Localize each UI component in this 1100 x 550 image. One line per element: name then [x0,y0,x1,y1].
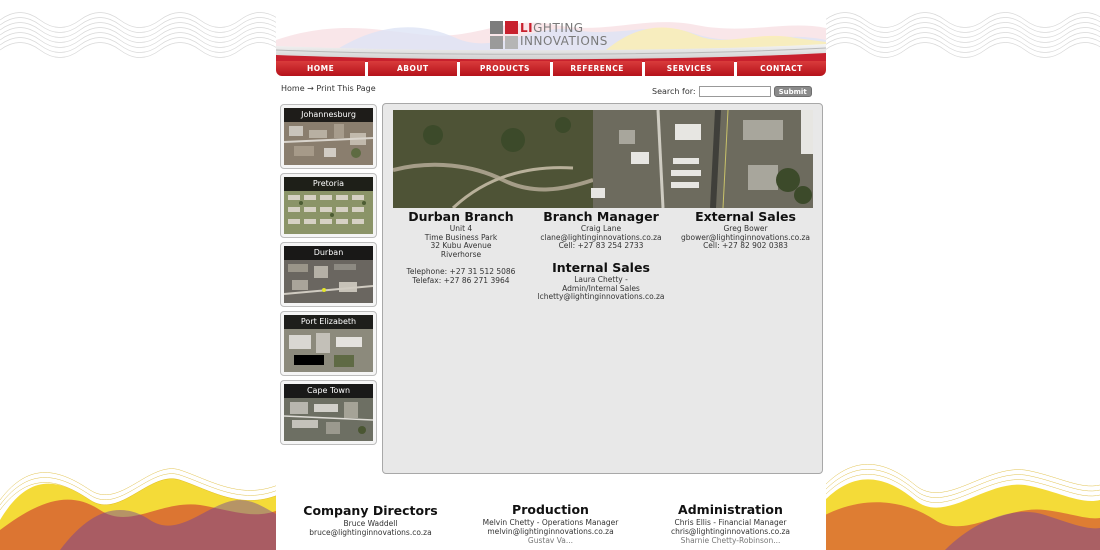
footer-production-email-link[interactable]: melvin@lightinginnovations.co.za [458,527,643,536]
footer-admin-more: Sharnie Chetty-Robinson... [680,536,781,545]
branch-sidebar: Johannesburg Pretoria Durban Port Elizab… [280,104,377,449]
logo-text-line2: INNOVATIONS [520,34,608,48]
breadcrumb-arrow: → [307,84,314,93]
internal-sales-email-link[interactable]: lchetty@lightinginnovations.co.za [531,293,671,302]
logo-mark-icon [490,21,518,49]
sidebar-item-cape-town[interactable]: Cape Town [280,380,377,445]
sidebar-item-label: Cape Town [284,384,373,398]
footer-company-directors: Company Directors Bruce Waddell bruce@li… [278,503,463,537]
branch-telefax: Telefax: +27 86 271 3964 [412,275,510,285]
footer-admin-title: Administration [678,502,783,517]
footer-directors-name: Bruce Waddell [343,519,398,528]
nav-home[interactable]: HOME [276,61,366,76]
page-container: LIGHTING INNOVATIONS HOME ABOUT PRODUCTS… [276,0,826,550]
branch-title: Durban Branch [408,209,514,224]
breadcrumb-home-link[interactable]: Home [281,84,305,93]
nav-reference[interactable]: REFERENCE [552,61,642,76]
sidebar-item-label: Port Elizabeth [284,315,373,329]
manager-cell: Cell: +27 83 254 2733 [558,241,644,251]
right-background-decoration [825,0,1100,550]
nav-contact[interactable]: CONTACT [736,61,826,76]
search-input[interactable] [698,86,771,97]
external-sales-cell: Cell: +27 82 902 0383 [703,241,788,251]
breadcrumb-print-link[interactable]: Print This Page [316,84,375,93]
nav-products[interactable]: PRODUCTS [460,61,550,76]
left-background-decoration [0,0,278,550]
branch-manager-block: Branch Manager Craig Lane clane@lighting… [531,210,671,251]
sidebar-item-durban[interactable]: Durban [280,242,377,307]
branch-aerial-map [393,110,813,208]
site-logo[interactable]: LIGHTING INNOVATIONS [490,20,608,50]
manager-title: Branch Manager [543,209,659,224]
branch-content-panel: Durban Branch Unit 4 Time Business Park … [382,103,823,474]
breadcrumb: Home → Print This Page [281,84,376,93]
sidebar-item-pretoria[interactable]: Pretoria [280,173,377,238]
footer-production-title: Production [512,502,589,517]
branch-address-block: Durban Branch Unit 4 Time Business Park … [391,210,531,285]
footer-admin-email-link[interactable]: chris@lightinginnovations.co.za [638,527,823,536]
sidebar-item-label: Pretoria [284,177,373,191]
footer-directors-title: Company Directors [303,503,438,518]
footer-production-name: Melvin Chetty - Operations Manager [482,518,619,527]
footer-production-more: Gustav Va... [527,536,574,545]
branch-address-line: Riverhorse [440,249,482,259]
footer-directors-email-link[interactable]: bruce@lightinginnovations.co.za [278,528,463,537]
logo-text-line1: GHTING [533,21,584,35]
sidebar-item-label: Johannesburg [284,108,373,122]
nav-about[interactable]: ABOUT [368,61,458,76]
internal-sales-title: Internal Sales [552,260,650,275]
search-submit-button[interactable]: Submit [773,86,812,97]
sidebar-item-port-elizabeth[interactable]: Port Elizabeth [280,311,377,376]
footer-production: Production Melvin Chetty - Operations Ma… [458,502,643,545]
nav-services[interactable]: SERVICES [644,61,734,76]
internal-sales-block: Internal Sales Laura Chetty - Admin/Inte… [531,261,671,302]
footer-administration: Administration Chris Ellis - Financial M… [638,502,823,545]
logo-text-accent: LI [520,21,534,35]
search-form: Search for: Submit [652,86,812,97]
site-header: LIGHTING INNOVATIONS HOME ABOUT PRODUCTS… [276,0,826,78]
main-navigation: HOME ABOUT PRODUCTS REFERENCE SERVICES C… [276,61,826,76]
sidebar-item-label: Durban [284,246,373,260]
sidebar-item-johannesburg[interactable]: Johannesburg [280,104,377,169]
external-sales-title: External Sales [695,209,796,224]
footer-admin-name: Chris Ellis - Financial Manager [674,518,787,527]
external-sales-block: External Sales Greg Bower gbower@lightin… [673,210,818,251]
search-label: Search for: [652,87,696,96]
